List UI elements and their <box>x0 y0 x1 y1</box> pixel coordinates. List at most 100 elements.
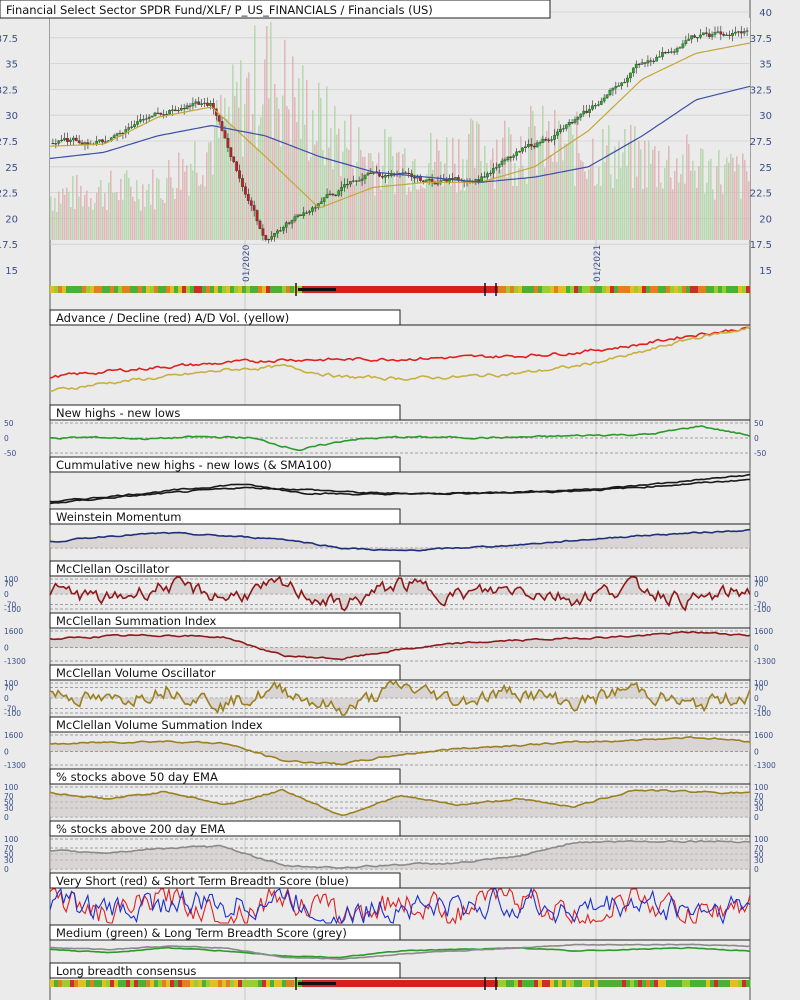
volume-bar <box>660 182 662 240</box>
heat-cell <box>134 286 139 293</box>
volume-bar <box>412 161 414 240</box>
volume-bar <box>292 56 294 241</box>
heat-cell <box>742 286 747 293</box>
volume-bar <box>694 170 696 240</box>
volume-bar <box>120 178 122 240</box>
heat-cell <box>614 980 619 987</box>
volume-bar <box>124 173 126 240</box>
candle-body <box>351 180 355 182</box>
heat-cell <box>446 980 451 987</box>
heat-cell <box>422 980 427 987</box>
heat-cell <box>582 286 587 293</box>
volume-bar <box>216 100 218 240</box>
volume-bar <box>644 140 646 240</box>
volume-bar <box>710 158 712 240</box>
heat-cell <box>462 980 467 987</box>
candle-body <box>529 144 533 147</box>
candle-body <box>570 122 574 124</box>
heat-cell <box>418 980 423 987</box>
heat-cell <box>638 286 643 293</box>
volume-bar <box>108 182 110 240</box>
candle-body <box>299 214 303 216</box>
heat-cell <box>198 286 203 293</box>
candle-body <box>179 108 183 111</box>
heat-cell <box>90 286 95 293</box>
volume-bar <box>734 171 736 240</box>
heat-cell <box>114 980 119 987</box>
candle-body <box>608 90 612 96</box>
volume-bar <box>74 209 76 240</box>
volume-bar <box>136 180 138 240</box>
volume-bar <box>182 159 184 240</box>
heat-cell <box>390 980 395 987</box>
mcclellan-osc-y-tick-left: 70 <box>4 580 14 589</box>
volume-bar <box>474 168 476 240</box>
heat-cell <box>570 286 575 293</box>
volume-bar <box>80 186 82 240</box>
heat-cell <box>410 286 415 293</box>
volume-bar <box>114 192 116 240</box>
volume-bar <box>574 185 576 240</box>
price-y-tick-right: 17.5 <box>750 240 772 251</box>
mcclellan-sum-y-tick-right: -1300 <box>754 657 776 666</box>
heat-cell <box>258 980 263 987</box>
heat-cell <box>146 286 151 293</box>
heat-cell <box>358 980 363 987</box>
heat-cell <box>274 286 279 293</box>
volume-bar <box>510 134 512 240</box>
heat-cell <box>398 286 403 293</box>
mcclellan-vol-osc-y-tick-right: -100 <box>754 709 771 718</box>
heat-cell <box>498 286 503 293</box>
heat-cell <box>122 286 127 293</box>
heat-cell <box>346 980 351 987</box>
volume-bar <box>720 184 722 240</box>
volume-bar <box>494 188 496 240</box>
candle-body <box>401 172 405 174</box>
mcclellan-vol-osc-y-tick-left: 70 <box>4 684 14 693</box>
heat-cell <box>78 286 83 293</box>
volume-bar <box>608 125 610 240</box>
candle-body <box>559 129 562 133</box>
volume-bar <box>338 128 340 240</box>
heat-cell <box>258 286 263 293</box>
heat-cell <box>514 980 519 987</box>
heat-cell <box>598 286 603 293</box>
volume-bar <box>570 122 572 240</box>
volume-bar <box>204 186 206 240</box>
candle-body <box>509 156 513 158</box>
candle-body <box>293 216 297 221</box>
volume-bar <box>454 163 456 240</box>
volume-bar <box>566 143 568 240</box>
candle-body <box>305 212 309 214</box>
candle-body <box>734 31 737 34</box>
candle-body <box>413 176 416 179</box>
heat-cell <box>590 980 595 987</box>
heat-cell <box>674 980 679 987</box>
volume-bar <box>210 141 212 240</box>
heat-cell <box>290 286 295 293</box>
candle-body <box>176 109 180 112</box>
volume-bar <box>308 160 310 240</box>
volume-bar <box>420 185 422 240</box>
volume-bar <box>626 165 628 240</box>
ema200-y-tick-left: 0 <box>4 865 9 874</box>
consensus-title: Long breadth consensus <box>56 964 196 978</box>
heat-cell <box>518 980 523 987</box>
heat-cell <box>486 980 491 987</box>
volume-bar <box>398 151 400 240</box>
volume-bar <box>590 164 592 240</box>
volume-bar <box>202 175 204 240</box>
heat-cell <box>226 286 231 293</box>
heat-cell <box>238 286 243 293</box>
price-y-tick-right: 40 <box>759 8 772 19</box>
volume-bar <box>246 77 248 240</box>
volume-bar <box>688 144 690 240</box>
heat-cell <box>186 286 191 293</box>
heat-cell <box>242 286 247 293</box>
heat-cell <box>106 980 111 987</box>
candle-body <box>553 135 556 140</box>
volume-bar <box>610 174 612 240</box>
volume-bar <box>482 177 484 240</box>
volume-bar <box>650 163 652 240</box>
heat-cell <box>442 286 447 293</box>
